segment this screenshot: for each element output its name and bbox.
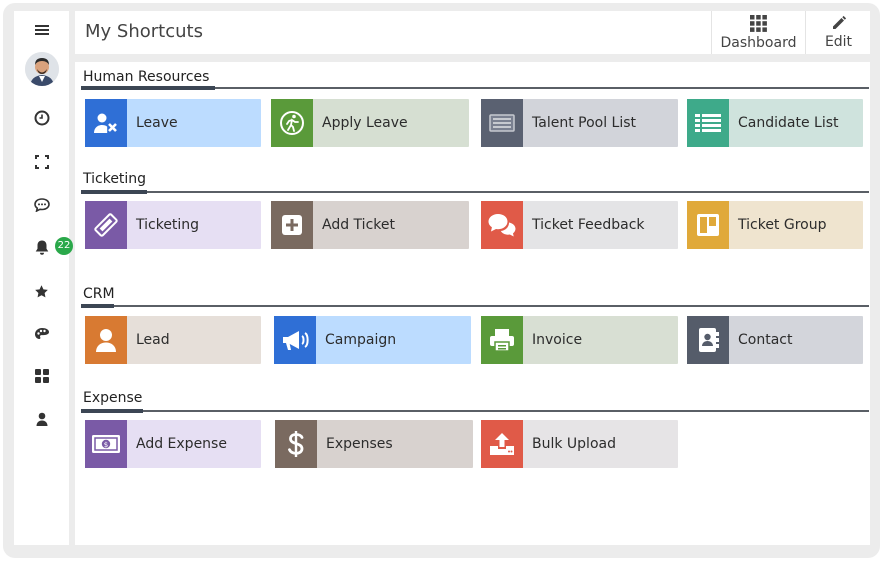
runner-icon — [271, 99, 313, 147]
address-book-icon — [687, 316, 729, 364]
menu-icon[interactable] — [14, 18, 69, 42]
shortcut-apply-leave[interactable]: Apply Leave — [271, 99, 469, 147]
shortcut-add-ticket[interactable]: Add Ticket — [271, 201, 469, 249]
shortcut-label: Expenses — [326, 436, 393, 452]
section-underline — [81, 190, 147, 194]
shortcut-talent-pool-list[interactable]: Talent Pool List — [481, 99, 678, 147]
sidebar: 22 — [14, 11, 73, 545]
palette-icon[interactable] — [14, 322, 69, 346]
shortcut-campaign[interactable]: Campaign — [274, 316, 471, 364]
page-header: My Shortcuts Dashboard Edit — [75, 11, 870, 54]
ticket-icon — [85, 201, 127, 249]
printer-icon — [481, 316, 523, 364]
section-title-expense: Expense — [83, 390, 143, 406]
section-underline — [81, 409, 143, 413]
shortcut-label: Invoice — [532, 332, 583, 348]
board-icon — [687, 201, 729, 249]
upload-icon — [481, 420, 523, 468]
shortcut-label: Contact — [738, 332, 793, 348]
shortcut-label: Ticket Group — [738, 217, 827, 233]
plus-square-icon — [271, 201, 313, 249]
shortcut-contact[interactable]: Contact — [687, 316, 863, 364]
shortcut-label: Apply Leave — [322, 115, 408, 131]
shortcuts-panel: Human Resources Leave Apply Leave Talent… — [75, 62, 870, 545]
grid-icon — [750, 14, 767, 32]
grid-icon[interactable] — [14, 364, 69, 388]
notification-badge: 22 — [55, 237, 73, 255]
list-card-icon — [481, 99, 523, 147]
pencil-icon — [832, 15, 846, 29]
edit-button[interactable]: Edit — [805, 11, 871, 54]
page-title: My Shortcuts — [85, 21, 203, 42]
section-underline — [81, 304, 114, 308]
shortcut-label: Bulk Upload — [532, 436, 616, 452]
chat-bubbles-icon — [481, 201, 523, 249]
chat-icon[interactable] — [14, 193, 69, 217]
shortcut-label: Ticket Feedback — [532, 217, 645, 233]
user-remove-icon — [85, 99, 127, 147]
shortcut-invoice[interactable]: Invoice — [481, 316, 678, 364]
shortcut-bulk-upload[interactable]: Bulk Upload — [481, 420, 678, 468]
shortcut-lead[interactable]: Lead — [85, 316, 261, 364]
shortcut-add-expense[interactable]: $ Add Expense — [85, 420, 261, 468]
shortcut-leave[interactable]: Leave — [85, 99, 261, 147]
dashboard-button[interactable]: Dashboard — [711, 11, 805, 54]
section-divider — [81, 410, 869, 412]
shortcut-candidate-list[interactable]: Candidate List — [687, 99, 863, 147]
section-divider — [81, 305, 869, 307]
fullscreen-icon[interactable] — [14, 150, 69, 174]
star-icon[interactable] — [14, 279, 69, 303]
shortcut-label: Ticketing — [136, 217, 200, 233]
section-title-human-resources: Human Resources — [83, 69, 210, 85]
shortcut-label: Leave — [136, 115, 178, 131]
section-title-crm: CRM — [83, 286, 115, 302]
avatar[interactable] — [25, 52, 59, 86]
shortcut-ticket-feedback[interactable]: Ticket Feedback — [481, 201, 678, 249]
clock-icon[interactable] — [14, 106, 69, 130]
shortcut-label: Lead — [136, 332, 170, 348]
shortcut-label: Talent Pool List — [532, 115, 637, 131]
dashboard-label: Dashboard — [720, 34, 797, 51]
user-icon[interactable] — [14, 407, 69, 431]
money-icon: $ — [85, 420, 127, 468]
section-title-ticketing: Ticketing — [83, 171, 147, 187]
shortcut-label: Add Expense — [136, 436, 227, 452]
person-icon — [85, 316, 127, 364]
section-underline — [81, 86, 215, 90]
table-list-icon — [687, 99, 729, 147]
shortcut-ticketing[interactable]: Ticketing — [85, 201, 261, 249]
megaphone-icon — [274, 316, 316, 364]
shortcut-label: Add Ticket — [322, 217, 395, 233]
shortcut-label: Campaign — [325, 332, 397, 348]
shortcut-ticket-group[interactable]: Ticket Group — [687, 201, 863, 249]
section-divider — [81, 191, 869, 193]
shortcut-label: Candidate List — [738, 115, 839, 131]
edit-label: Edit — [824, 34, 853, 50]
shortcut-expenses[interactable]: Expenses — [275, 420, 473, 468]
svg-text:$: $ — [104, 441, 108, 449]
dollar-icon — [275, 420, 317, 468]
